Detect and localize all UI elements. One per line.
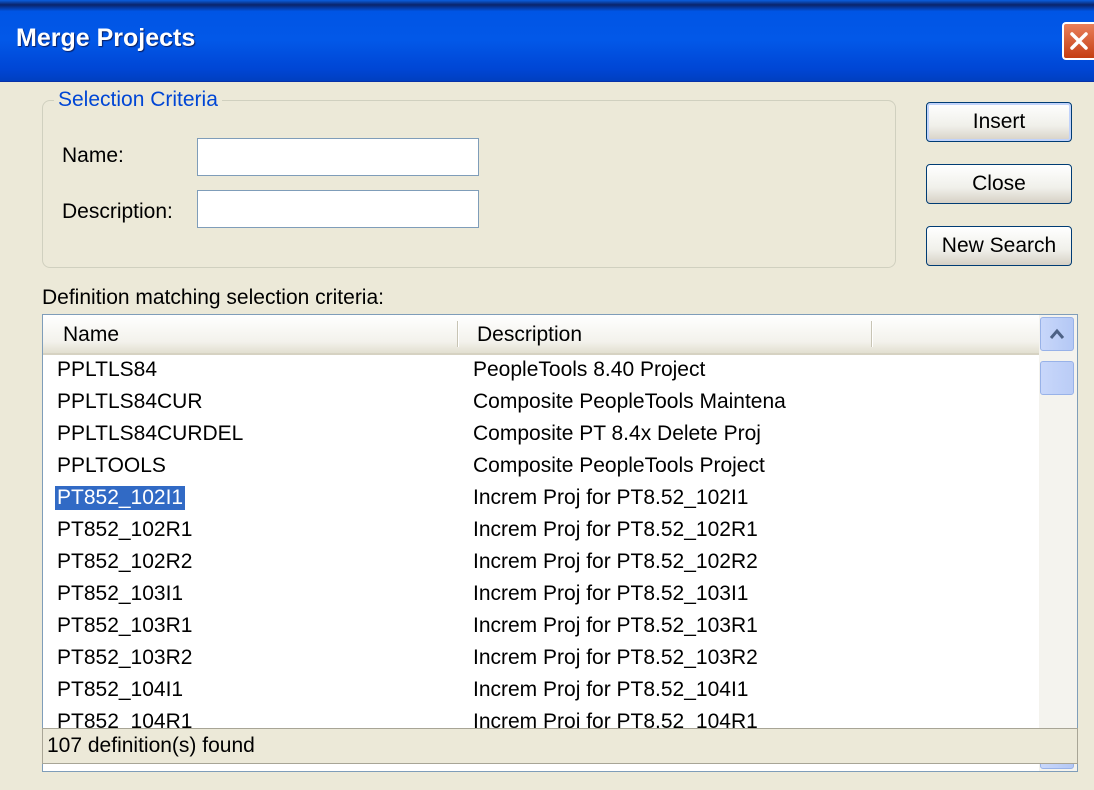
- list-item[interactable]: PT852_102R1 Increm Proj for PT8.52_102R1: [43, 515, 1039, 547]
- column-divider[interactable]: [871, 321, 872, 347]
- vertical-scrollbar[interactable]: [1039, 315, 1077, 771]
- scroll-up-button[interactable]: [1040, 317, 1074, 351]
- list-header: Name Description: [43, 315, 1039, 355]
- column-header-name[interactable]: Name: [63, 323, 119, 347]
- list-item[interactable]: PPLTLS84CUR Composite PeopleTools Mainten…: [43, 387, 1039, 419]
- list-item-name: PPLTLS84CURDEL: [57, 422, 244, 445]
- close-icon: [1070, 32, 1088, 50]
- selection-criteria-label: Selection Criteria: [54, 88, 222, 112]
- description-label: Description:: [62, 200, 173, 223]
- selection-criteria-group: [42, 100, 896, 268]
- scroll-up-arrow-icon: [1049, 328, 1065, 339]
- list-item-description: Composite PeopleTools Maintena: [473, 390, 786, 413]
- status-bar: 107 definition(s) found: [42, 728, 1078, 764]
- list-item[interactable]: PT852_103R2 Increm Proj for PT8.52_103R2: [43, 643, 1039, 675]
- list-item-description: Increm Proj for PT8.52_103I1: [473, 582, 749, 605]
- list-item-name: PPLTOOLS: [57, 454, 166, 477]
- list-item-name: PT852_102R2: [57, 550, 193, 573]
- list-item-name: PPLTLS84: [57, 358, 158, 381]
- list-item[interactable]: PT852_103I1 Increm Proj for PT8.52_103I1: [43, 579, 1039, 611]
- column-header-description[interactable]: Description: [477, 323, 582, 347]
- list-item-description: Increm Proj for PT8.52_103R1: [473, 614, 758, 637]
- list-item-name: PT852_103R2: [57, 646, 193, 669]
- list-item[interactable]: PPLTLS84CURDEL Composite PT 8.4x Delete P…: [43, 419, 1039, 451]
- list-item-description: Composite PeopleTools Project: [473, 454, 765, 477]
- list-item-description: PeopleTools 8.40 Project: [473, 358, 706, 381]
- definitions-list[interactable]: Name Description PPLTLS84 PeopleTools 8.4…: [42, 314, 1078, 772]
- description-input[interactable]: [197, 190, 479, 228]
- close-button[interactable]: Close: [926, 164, 1072, 204]
- list-item-description: Composite PT 8.4x Delete Proj: [473, 422, 761, 445]
- list-item-name: PT852_103R1: [57, 614, 193, 637]
- new-search-button[interactable]: New Search: [926, 226, 1072, 266]
- list-item-name: PT852_102R1: [57, 518, 193, 541]
- list-item-description: Increm Proj for PT8.52_104I1: [473, 678, 749, 701]
- dialog-body: Selection Criteria Name: Description: In…: [0, 82, 1094, 790]
- list-item-name: PPLTLS84CUR: [57, 390, 203, 413]
- column-divider[interactable]: [457, 321, 458, 347]
- list-item[interactable]: PT852_104I1 Increm Proj for PT8.52_104I1: [43, 675, 1039, 707]
- results-caption: Definition matching selection criteria:: [42, 286, 384, 309]
- list-item-name: PT852_102I1: [55, 486, 186, 510]
- name-label: Name:: [62, 144, 124, 167]
- list-item-name: PT852_103I1: [57, 582, 184, 605]
- list-item[interactable]: PPLTOOLS Composite PeopleTools Project: [43, 451, 1039, 483]
- status-text: 107 definition(s) found: [47, 734, 255, 757]
- window-title: Merge Projects: [16, 24, 196, 52]
- list-item-description: Increm Proj for PT8.52_102R2: [473, 550, 758, 573]
- list-item-name: PT852_104I1: [57, 678, 184, 701]
- window-close-button[interactable]: [1062, 22, 1094, 60]
- name-input[interactable]: [197, 138, 479, 176]
- insert-button[interactable]: Insert: [926, 102, 1072, 142]
- list-item[interactable]: PPLTLS84 PeopleTools 8.40 Project: [43, 355, 1039, 387]
- list-item-description: Increm Proj for PT8.52_103R2: [473, 646, 758, 669]
- list-item-description: Increm Proj for PT8.52_102R1: [473, 518, 758, 541]
- scroll-thumb[interactable]: [1040, 361, 1074, 395]
- list-item[interactable]: PT852_102R2 Increm Proj for PT8.52_102R2: [43, 547, 1039, 579]
- title-bar: Merge Projects: [0, 0, 1094, 82]
- list-item[interactable]: PT852_102I1 Increm Proj for PT8.52_102I1: [43, 483, 1039, 515]
- list-item-description: Increm Proj for PT8.52_102I1: [473, 486, 749, 509]
- list-item[interactable]: PT852_103R1 Increm Proj for PT8.52_103R1: [43, 611, 1039, 643]
- list-rows: PPLTLS84 PeopleTools 8.40 Project PPLTLS84…: [43, 355, 1039, 771]
